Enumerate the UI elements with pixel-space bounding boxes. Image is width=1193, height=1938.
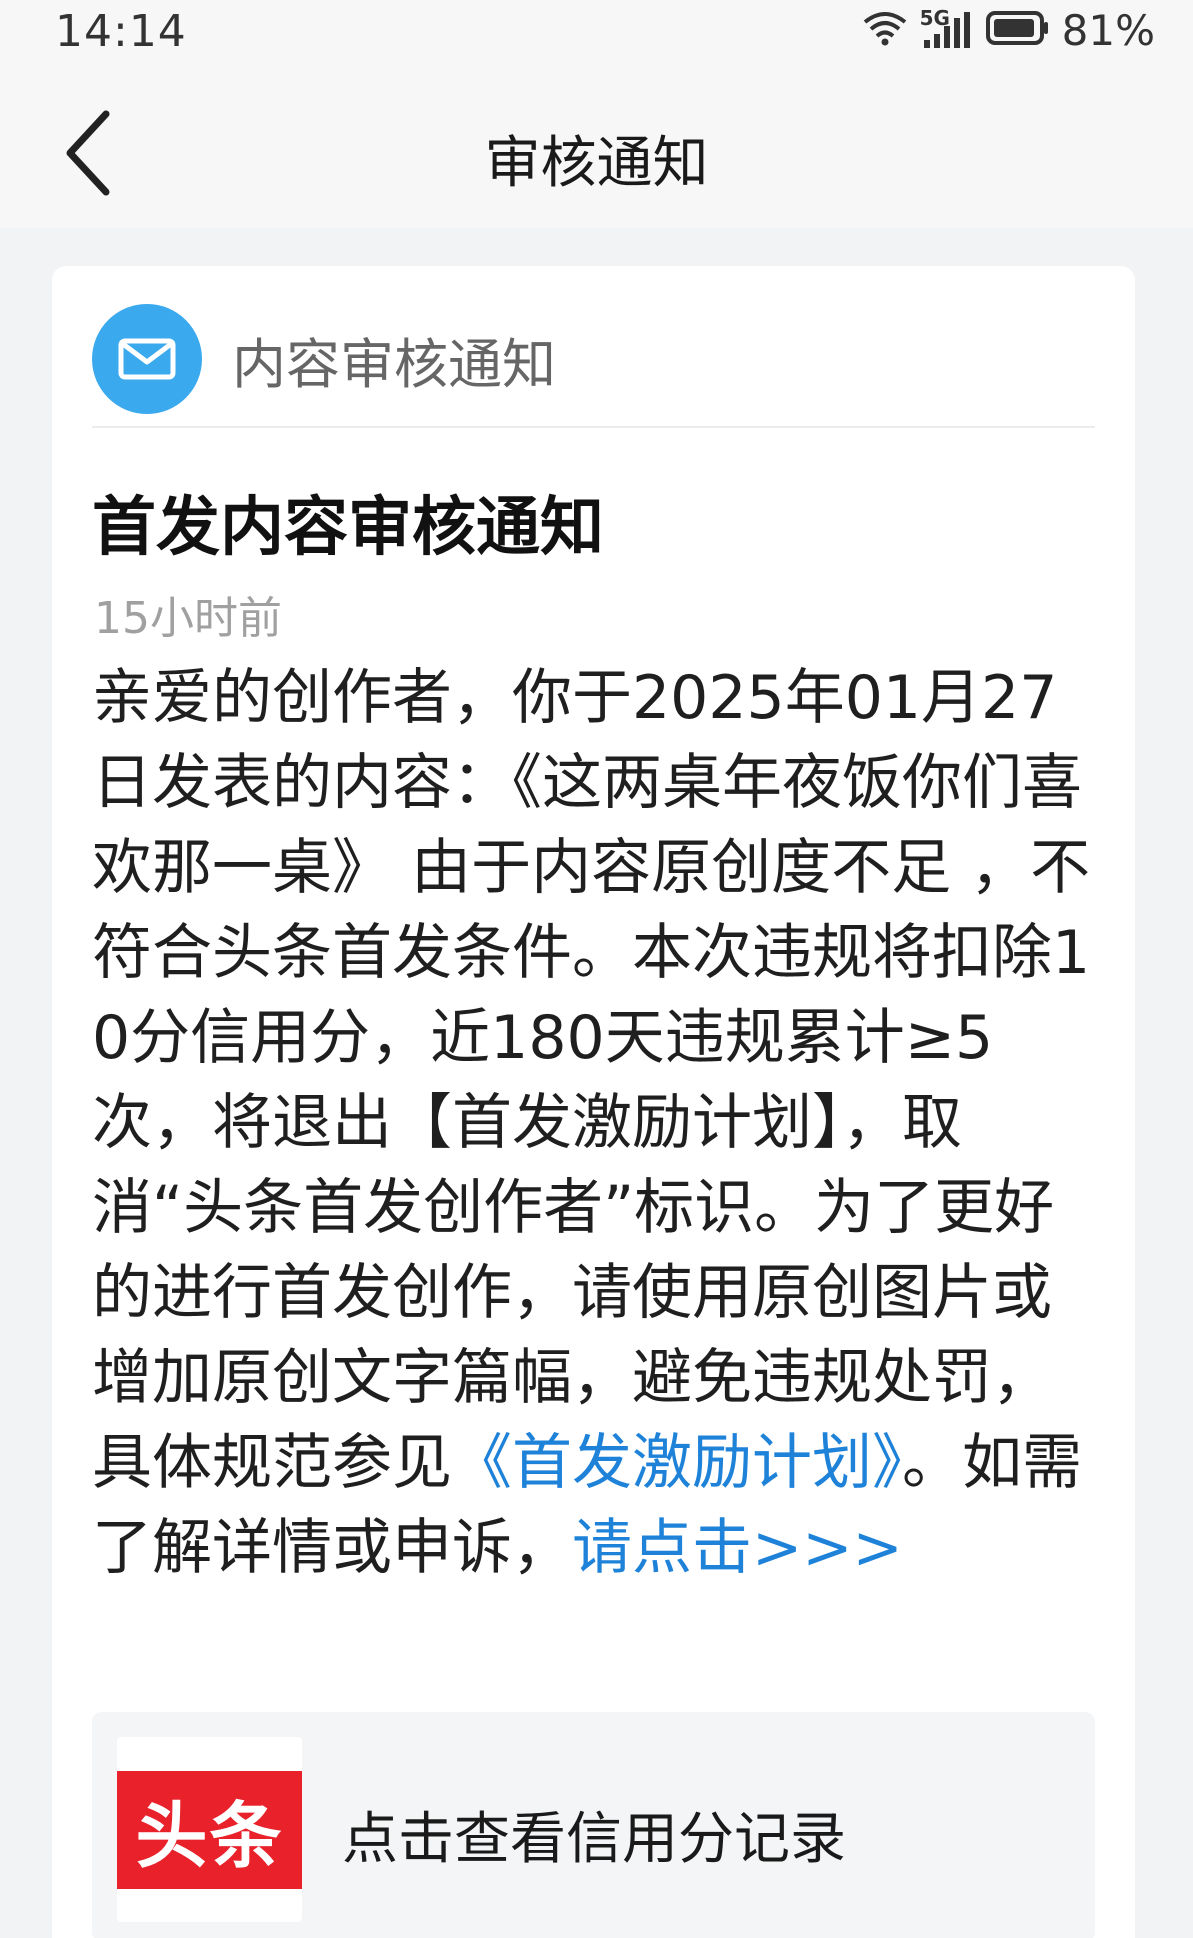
credit-record-entry[interactable]: 头条 点击查看信用分记录 xyxy=(92,1712,1095,1938)
credit-record-label: 点击查看信用分记录 xyxy=(342,1807,846,1872)
message-timestamp: 15小时前 xyxy=(94,593,282,644)
plan-link[interactable]: 《首发激励计划》 xyxy=(452,1428,902,1498)
wifi-icon xyxy=(862,10,908,50)
card-header: 内容审核通知 xyxy=(92,304,1095,428)
page-title: 审核通知 xyxy=(484,131,709,196)
mail-icon xyxy=(92,304,202,414)
nav-bar: 审核通知 xyxy=(0,70,1193,228)
toutiao-logo-text: 头条 xyxy=(117,1770,302,1889)
message-text: 亲爱的创作者，你于2025年01月27日发表的内容：《这两桌年夜饭你们喜欢那一桌… xyxy=(92,663,1091,1498)
status-time: 14:14 xyxy=(55,6,187,57)
message-body: 亲爱的创作者，你于2025年01月27日发表的内容：《这两桌年夜饭你们喜欢那一桌… xyxy=(92,656,1102,1591)
status-bar: 14:14 5G 81% xyxy=(0,0,1193,70)
toutiao-logo: 头条 xyxy=(117,1737,302,1922)
category-title: 内容审核通知 xyxy=(232,332,556,396)
cellular-signal-icon: 5G xyxy=(920,6,974,50)
notification-card: 内容审核通知 首发内容审核通知 15小时前 亲爱的创作者，你于2025年01月2… xyxy=(52,266,1135,1938)
network-type-label: 5G xyxy=(919,6,950,30)
status-indicators: 5G 81% xyxy=(862,5,1155,55)
battery-percentage: 81% xyxy=(1061,5,1155,55)
battery-icon xyxy=(985,10,1050,50)
appeal-link[interactable]: 请点击>>> xyxy=(572,1513,903,1583)
message-title: 首发内容审核通知 xyxy=(92,491,604,565)
